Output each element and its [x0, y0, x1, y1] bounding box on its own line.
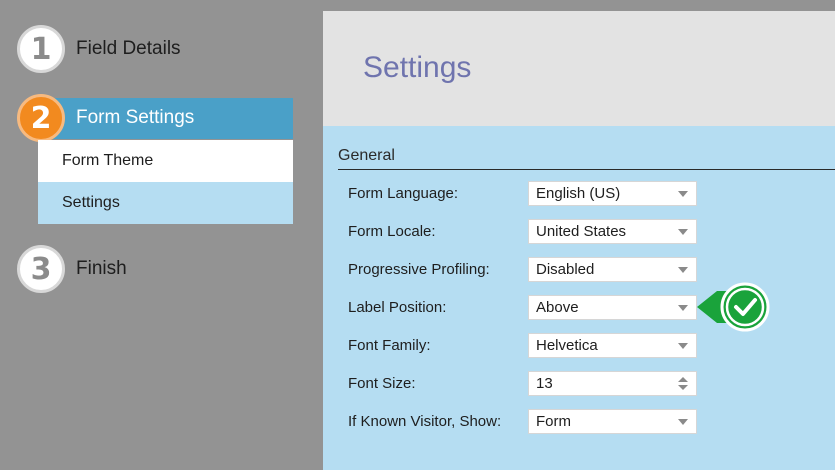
caret-down-icon — [678, 267, 688, 273]
substep-settings[interactable]: Settings — [38, 182, 293, 224]
label-position-value: Above — [536, 299, 579, 316]
form-locale-value: United States — [536, 223, 627, 240]
label-label-position: Label Position: — [348, 299, 447, 316]
progressive-profiling-value: Disabled — [536, 261, 595, 278]
label-progressive-profiling: Progressive Profiling: — [348, 261, 490, 278]
font-size-value: 13 — [536, 375, 553, 392]
caret-down-icon — [678, 343, 688, 349]
panel-header: Settings — [323, 11, 835, 126]
label-form-language: Form Language: — [348, 185, 459, 202]
checkmark-callout-icon — [697, 282, 770, 332]
spinner-down-icon[interactable] — [678, 385, 688, 390]
label-known-visitor: If Known Visitor, Show: — [348, 413, 502, 430]
label-font-family: Font Family: — [348, 337, 431, 354]
page-title: Settings — [363, 51, 472, 84]
wizard-steps: 1 Field Details Form Settings 2 Form The… — [0, 0, 323, 470]
spinner-up-icon[interactable] — [678, 377, 688, 382]
step-label-form-settings: Form Settings — [76, 107, 195, 128]
settings-panel: Settings General Form Language: English … — [323, 11, 835, 470]
font-family-value: Helvetica — [536, 337, 598, 354]
form-language-select[interactable]: English (US) — [528, 181, 697, 206]
step-number-3: 3 — [17, 245, 65, 293]
known-visitor-value: Form — [536, 413, 571, 430]
form-language-value: English (US) — [536, 185, 621, 202]
progressive-profiling-select[interactable]: Disabled — [528, 257, 697, 282]
substep-form-theme[interactable]: Form Theme — [38, 140, 293, 182]
font-size-stepper[interactable]: 13 — [528, 371, 697, 396]
form-locale-select[interactable]: United States — [528, 219, 697, 244]
label-position-select[interactable]: Above — [528, 295, 697, 320]
step-number-2: 2 — [17, 94, 65, 142]
step-number-1: 1 — [17, 25, 65, 73]
step-label-finish: Finish — [76, 258, 127, 279]
font-family-select[interactable]: Helvetica — [528, 333, 697, 358]
step-form-settings[interactable]: Form Settings — [38, 98, 293, 139]
section-divider — [338, 169, 835, 170]
caret-down-icon — [678, 191, 688, 197]
caret-down-icon — [678, 419, 688, 425]
label-form-locale: Form Locale: — [348, 223, 436, 240]
step-label-field-details: Field Details — [76, 38, 181, 59]
section-title-general: General — [338, 147, 395, 164]
step-field-details[interactable]: 1 Field Details — [17, 25, 181, 73]
known-visitor-select[interactable]: Form — [528, 409, 697, 434]
label-font-size: Font Size: — [348, 375, 416, 392]
caret-down-icon — [678, 229, 688, 235]
step-finish[interactable]: 3 Finish — [17, 245, 127, 293]
caret-down-icon — [678, 305, 688, 311]
